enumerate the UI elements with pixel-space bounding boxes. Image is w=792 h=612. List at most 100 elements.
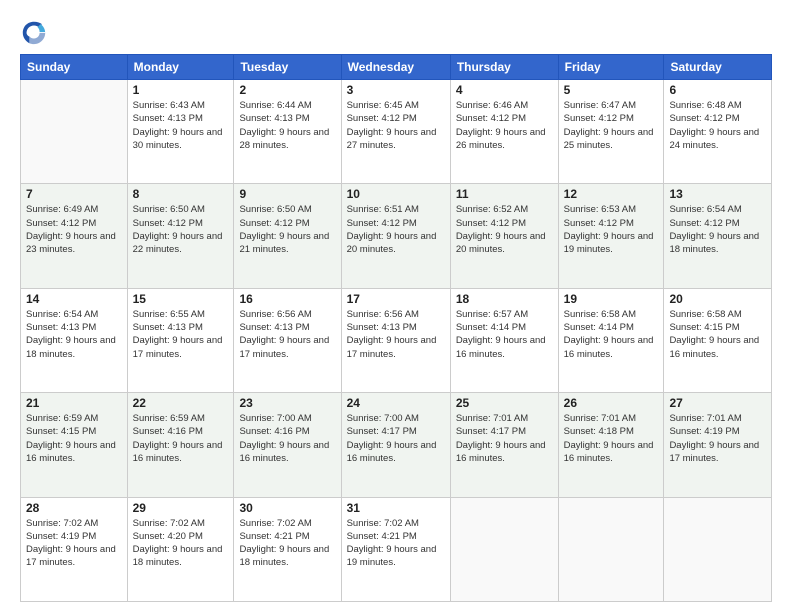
day-number: 10: [347, 187, 445, 201]
day-info: Sunrise: 6:58 AMSunset: 4:14 PMDaylight:…: [564, 308, 659, 361]
calendar-cell: 27 Sunrise: 7:01 AMSunset: 4:19 PMDayligh…: [664, 393, 772, 497]
calendar-cell: 31 Sunrise: 7:02 AMSunset: 4:21 PMDayligh…: [341, 497, 450, 601]
calendar-header-sunday: Sunday: [21, 55, 128, 80]
day-number: 19: [564, 292, 659, 306]
calendar-cell: 21 Sunrise: 6:59 AMSunset: 4:15 PMDayligh…: [21, 393, 128, 497]
day-number: 3: [347, 83, 445, 97]
day-info: Sunrise: 6:56 AMSunset: 4:13 PMDaylight:…: [347, 308, 445, 361]
calendar-cell: 17Sunrise: 6:56 AMSunset: 4:13 PMDayligh…: [341, 288, 450, 392]
day-info: Sunrise: 7:02 AMSunset: 4:20 PMDaylight:…: [133, 517, 229, 570]
day-number: 22: [133, 396, 229, 410]
day-info: Sunrise: 6:52 AMSunset: 4:12 PMDaylight:…: [456, 203, 553, 256]
day-number: 24: [347, 396, 445, 410]
day-number: 11: [456, 187, 553, 201]
calendar-cell: 18 Sunrise: 6:57 AMSunset: 4:14 PMDayligh…: [450, 288, 558, 392]
day-number: 21: [26, 396, 122, 410]
day-number: 7: [26, 187, 122, 201]
day-info: Sunrise: 6:54 AMSunset: 4:12 PMDaylight:…: [669, 203, 766, 256]
day-info: Sunrise: 6:59 AMSunset: 4:16 PMDaylight:…: [133, 412, 229, 465]
day-number: 8: [133, 187, 229, 201]
day-info: Sunrise: 7:00 AMSunset: 4:16 PMDaylight:…: [239, 412, 335, 465]
calendar-cell: 24 Sunrise: 7:00 AMSunset: 4:17 PMDayligh…: [341, 393, 450, 497]
day-number: 28: [26, 501, 122, 515]
calendar-cell: 10 Sunrise: 6:51 AMSunset: 4:12 PMDayligh…: [341, 184, 450, 288]
day-info: Sunrise: 7:00 AMSunset: 4:17 PMDaylight:…: [347, 412, 445, 465]
calendar-header-monday: Monday: [127, 55, 234, 80]
calendar-cell: 3 Sunrise: 6:45 AMSunset: 4:12 PMDaylight…: [341, 80, 450, 184]
day-info: Sunrise: 7:02 AMSunset: 4:21 PMDaylight:…: [239, 517, 335, 570]
calendar-header-tuesday: Tuesday: [234, 55, 341, 80]
day-info: Sunrise: 6:55 AMSunset: 4:13 PMDaylight:…: [133, 308, 229, 361]
day-number: 13: [669, 187, 766, 201]
day-info: Sunrise: 7:02 AMSunset: 4:21 PMDaylight:…: [347, 517, 445, 570]
day-info: Sunrise: 6:51 AMSunset: 4:12 PMDaylight:…: [347, 203, 445, 256]
day-number: 25: [456, 396, 553, 410]
day-number: 18: [456, 292, 553, 306]
page: SundayMondayTuesdayWednesdayThursdayFrid…: [0, 0, 792, 612]
header: [20, 18, 772, 46]
calendar-cell: 26Sunrise: 7:01 AMSunset: 4:18 PMDayligh…: [558, 393, 664, 497]
calendar-cell: 7 Sunrise: 6:49 AMSunset: 4:12 PMDaylight…: [21, 184, 128, 288]
day-info: Sunrise: 6:49 AMSunset: 4:12 PMDaylight:…: [26, 203, 122, 256]
logo: [20, 18, 52, 46]
calendar-week-3: 14Sunrise: 6:54 AMSunset: 4:13 PMDayligh…: [21, 288, 772, 392]
day-info: Sunrise: 7:01 AMSunset: 4:18 PMDaylight:…: [564, 412, 659, 465]
day-number: 20: [669, 292, 766, 306]
calendar-cell: 25 Sunrise: 7:01 AMSunset: 4:17 PMDayligh…: [450, 393, 558, 497]
calendar-cell: 8 Sunrise: 6:50 AMSunset: 4:12 PMDaylight…: [127, 184, 234, 288]
calendar-header-thursday: Thursday: [450, 55, 558, 80]
day-number: 30: [239, 501, 335, 515]
calendar-week-5: 28 Sunrise: 7:02 AMSunset: 4:19 PMDayligh…: [21, 497, 772, 601]
calendar-cell: 30 Sunrise: 7:02 AMSunset: 4:21 PMDayligh…: [234, 497, 341, 601]
calendar-cell: 16Sunrise: 6:56 AMSunset: 4:13 PMDayligh…: [234, 288, 341, 392]
calendar-cell: [21, 80, 128, 184]
day-info: Sunrise: 6:48 AMSunset: 4:12 PMDaylight:…: [669, 99, 766, 152]
day-info: Sunrise: 6:45 AMSunset: 4:12 PMDaylight:…: [347, 99, 445, 152]
day-info: Sunrise: 7:02 AMSunset: 4:19 PMDaylight:…: [26, 517, 122, 570]
calendar-cell: 28 Sunrise: 7:02 AMSunset: 4:19 PMDayligh…: [21, 497, 128, 601]
day-info: Sunrise: 6:59 AMSunset: 4:15 PMDaylight:…: [26, 412, 122, 465]
day-info: Sunrise: 6:56 AMSunset: 4:13 PMDaylight:…: [239, 308, 335, 361]
calendar-cell: 14Sunrise: 6:54 AMSunset: 4:13 PMDayligh…: [21, 288, 128, 392]
calendar-cell: [664, 497, 772, 601]
day-number: 15: [133, 292, 229, 306]
calendar-cell: 2 Sunrise: 6:44 AMSunset: 4:13 PMDaylight…: [234, 80, 341, 184]
calendar-cell: 15 Sunrise: 6:55 AMSunset: 4:13 PMDayligh…: [127, 288, 234, 392]
day-number: 23: [239, 396, 335, 410]
day-info: Sunrise: 6:50 AMSunset: 4:12 PMDaylight:…: [133, 203, 229, 256]
day-info: Sunrise: 7:01 AMSunset: 4:17 PMDaylight:…: [456, 412, 553, 465]
logo-icon: [20, 18, 48, 46]
calendar-cell: 12 Sunrise: 6:53 AMSunset: 4:12 PMDayligh…: [558, 184, 664, 288]
day-info: Sunrise: 6:53 AMSunset: 4:12 PMDaylight:…: [564, 203, 659, 256]
day-info: Sunrise: 6:57 AMSunset: 4:14 PMDaylight:…: [456, 308, 553, 361]
day-number: 31: [347, 501, 445, 515]
calendar: SundayMondayTuesdayWednesdayThursdayFrid…: [20, 54, 772, 602]
calendar-header-wednesday: Wednesday: [341, 55, 450, 80]
day-number: 9: [239, 187, 335, 201]
day-number: 27: [669, 396, 766, 410]
calendar-cell: 23 Sunrise: 7:00 AMSunset: 4:16 PMDayligh…: [234, 393, 341, 497]
day-number: 2: [239, 83, 335, 97]
day-info: Sunrise: 6:58 AMSunset: 4:15 PMDaylight:…: [669, 308, 766, 361]
calendar-cell: 5Sunrise: 6:47 AMSunset: 4:12 PMDaylight…: [558, 80, 664, 184]
calendar-cell: 6 Sunrise: 6:48 AMSunset: 4:12 PMDaylight…: [664, 80, 772, 184]
day-number: 5: [564, 83, 659, 97]
day-number: 4: [456, 83, 553, 97]
day-info: Sunrise: 6:44 AMSunset: 4:13 PMDaylight:…: [239, 99, 335, 152]
day-number: 12: [564, 187, 659, 201]
calendar-header-row: SundayMondayTuesdayWednesdayThursdayFrid…: [21, 55, 772, 80]
day-info: Sunrise: 7:01 AMSunset: 4:19 PMDaylight:…: [669, 412, 766, 465]
calendar-cell: [450, 497, 558, 601]
day-number: 1: [133, 83, 229, 97]
calendar-week-4: 21 Sunrise: 6:59 AMSunset: 4:15 PMDayligh…: [21, 393, 772, 497]
calendar-cell: 29Sunrise: 7:02 AMSunset: 4:20 PMDayligh…: [127, 497, 234, 601]
calendar-cell: 20 Sunrise: 6:58 AMSunset: 4:15 PMDayligh…: [664, 288, 772, 392]
calendar-cell: 4 Sunrise: 6:46 AMSunset: 4:12 PMDaylight…: [450, 80, 558, 184]
day-number: 6: [669, 83, 766, 97]
day-info: Sunrise: 6:46 AMSunset: 4:12 PMDaylight:…: [456, 99, 553, 152]
calendar-cell: 1Sunrise: 6:43 AMSunset: 4:13 PMDaylight…: [127, 80, 234, 184]
day-number: 14: [26, 292, 122, 306]
calendar-cell: [558, 497, 664, 601]
calendar-week-2: 7 Sunrise: 6:49 AMSunset: 4:12 PMDaylight…: [21, 184, 772, 288]
day-info: Sunrise: 6:50 AMSunset: 4:12 PMDaylight:…: [239, 203, 335, 256]
